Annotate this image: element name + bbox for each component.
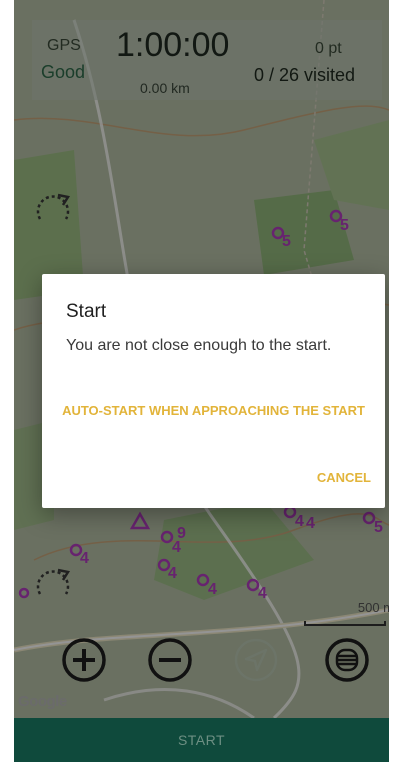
auto-start-button[interactable]: AUTO-START WHEN APPROACHING THE START <box>62 402 365 419</box>
cancel-button[interactable]: CANCEL <box>317 470 371 485</box>
bottom-bar: START <box>14 718 389 762</box>
minus-circle-icon[interactable] <box>146 636 194 684</box>
start-dialog: Start You are not close enough to the st… <box>42 274 385 508</box>
plus-circle-icon[interactable] <box>60 636 108 684</box>
start-button[interactable]: START <box>178 732 225 748</box>
google-logo: Google <box>18 693 67 710</box>
navigation-arrow-icon[interactable] <box>232 636 280 684</box>
dialog-title: Start <box>66 301 107 322</box>
layers-icon[interactable] <box>323 636 371 684</box>
app-screen: 5 5 4 4 4 4 4 4 4 5 9 GPS Good 1:00:00 0… <box>14 0 389 762</box>
dialog-message: You are not close enough to the start. <box>66 337 332 354</box>
